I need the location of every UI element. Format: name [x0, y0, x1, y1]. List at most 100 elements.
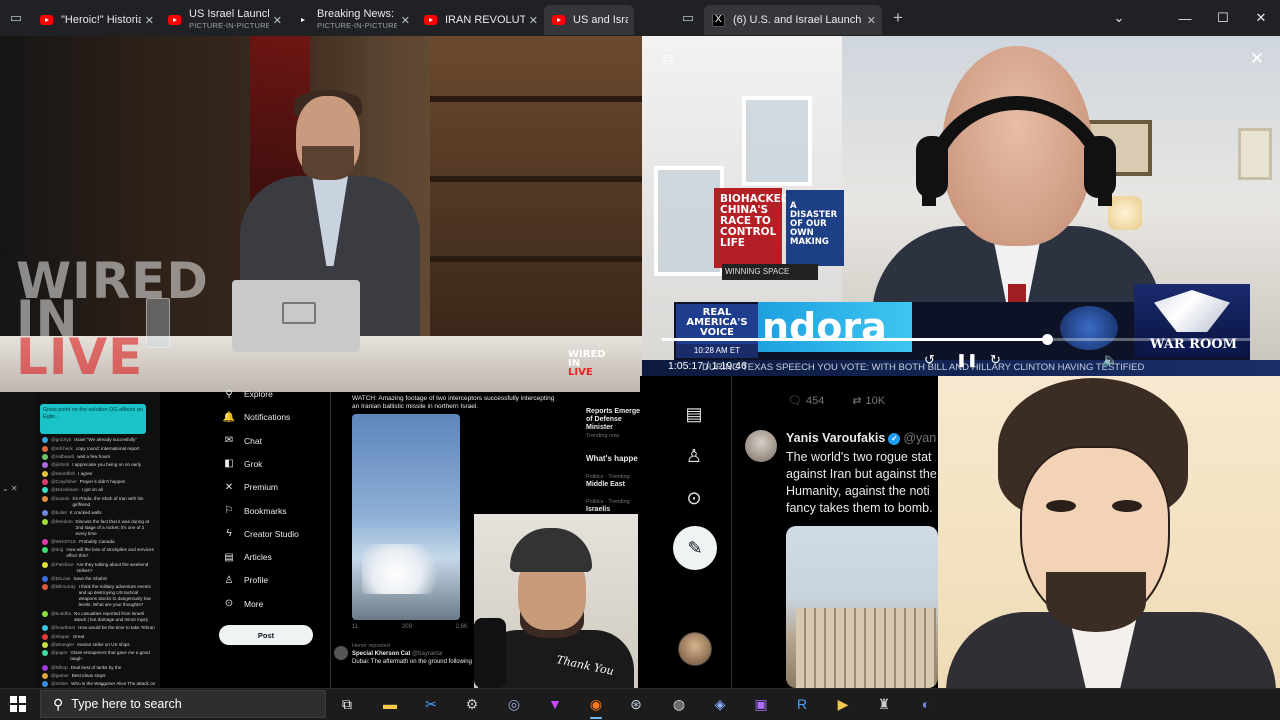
avatar[interactable] [42, 453, 48, 460]
tab-4[interactable]: US and Israel [544, 5, 634, 35]
chat-username[interactable]: @WHISTLE [51, 539, 76, 545]
avatar[interactable] [42, 681, 48, 688]
compose-post-button[interactable]: ✎ [673, 526, 717, 570]
nav-item-bookmarks[interactable]: ⚐ Bookmarks [222, 505, 287, 517]
volume-icon[interactable]: 🔈 [1102, 352, 1118, 368]
network-icon[interactable]: ◎ [502, 692, 526, 716]
reply-icon[interactable]: 🗨 [788, 394, 802, 407]
twitch-icon[interactable]: ▣ [749, 692, 773, 716]
chat-username[interactable]: @redbeard [51, 454, 74, 460]
new-tab-button[interactable]: + [882, 0, 914, 36]
chat-username[interactable]: @Paleface [51, 562, 74, 568]
nav-item-profile[interactable]: ♙ Profile [222, 574, 269, 586]
avatar[interactable] [745, 430, 777, 462]
repost-icon[interactable]: ⇄ [852, 394, 861, 407]
chat-username[interactable]: @mfcheck [51, 446, 73, 452]
chat-username[interactable]: @tuxedo [51, 496, 69, 502]
avatar[interactable] [42, 445, 48, 452]
avatar[interactable] [42, 518, 48, 525]
trend-item[interactable]: Reports Emerge of Defense Minister Trend… [586, 408, 642, 440]
maximize-button[interactable]: ☐ [1204, 0, 1242, 36]
article-icon[interactable]: ▤ [680, 400, 708, 428]
avatar[interactable] [42, 584, 48, 591]
steam-icon[interactable]: ⊛ [624, 692, 648, 716]
bots-icon[interactable]: ◈ [708, 692, 732, 716]
rewind-icon[interactable]: ↺ [924, 352, 935, 368]
chat-username[interactable]: @buddha [51, 611, 71, 617]
close-icon[interactable]: ✕ [401, 14, 410, 27]
tab-1[interactable]: US Israel Launch JePICTURE-IN-PICTURE ✕ [160, 5, 288, 35]
chat-username[interactable]: @Wrangler [51, 642, 74, 648]
avatar[interactable] [42, 576, 48, 583]
post-author[interactable]: Special Kherson Cat [352, 651, 410, 657]
chat-username[interactable]: @bullet [51, 510, 67, 516]
avatar[interactable] [42, 641, 48, 648]
avatar[interactable] [42, 510, 48, 517]
chat-username[interactable]: @dog [51, 547, 63, 553]
discord-icon[interactable]: ◐ [914, 692, 938, 716]
avatar[interactable] [42, 633, 48, 640]
chat-username[interactable]: @heartbeat [51, 625, 75, 631]
chat-username[interactable]: @hilltop [51, 665, 68, 671]
avatar[interactable] [42, 495, 48, 502]
firefox-icon[interactable]: ◉ [584, 692, 608, 719]
nav-item-articles[interactable]: ▤ Articles [222, 551, 272, 563]
chat-username[interactable]: @Crayfisher [51, 479, 77, 485]
trend-item[interactable]: Politics · Trending Middle East [586, 473, 642, 489]
forward-icon[interactable]: ↻ [990, 352, 1001, 368]
chat-username[interactable]: @DrLove [51, 576, 70, 582]
chat-username[interactable]: @grizzlyb [51, 437, 71, 443]
chat-username[interactable]: @shaper [51, 634, 70, 640]
avatar[interactable] [42, 487, 48, 494]
tab-actions-icon[interactable]: ▭ [672, 0, 704, 36]
left-video-player[interactable]: WIRED IN LIVE WIRED IN LIVE [0, 36, 642, 392]
trend-item[interactable]: Politics · Trending Israelis [586, 498, 642, 514]
close-icon[interactable]: ✕ [529, 14, 538, 27]
avatar[interactable] [42, 462, 48, 469]
more-icon[interactable]: ⊙ [680, 484, 708, 512]
avatar[interactable] [42, 470, 48, 477]
chat-username[interactable]: @billmurray [51, 584, 76, 590]
nav-item-notifications[interactable]: 🔔 Notifications [222, 411, 291, 423]
avatar[interactable] [42, 650, 48, 657]
avatar[interactable] [42, 625, 48, 632]
nav-item-creator-studio[interactable]: ϟ Creator Studio [222, 528, 298, 540]
back-to-tab-icon[interactable]: ⧉ [657, 48, 679, 70]
avatar[interactable] [678, 632, 712, 666]
chat-username[interactable]: @swordfish [51, 471, 75, 477]
player-icon[interactable]: ▶ [831, 692, 855, 716]
close-window-button[interactable]: ✕ [1242, 0, 1280, 36]
windows-start-icon[interactable] [10, 696, 26, 712]
snipping-icon[interactable]: ✂ [419, 692, 443, 716]
post-media[interactable] [352, 414, 460, 620]
rsi-icon[interactable]: R [790, 692, 814, 716]
avatar[interactable] [334, 646, 348, 660]
tab-0[interactable]: "Heroic!" Historian ✕ [32, 5, 160, 35]
settings-icon[interactable]: ⚙ [460, 692, 484, 716]
nav-item-explore[interactable]: ⚲ Explore [222, 388, 273, 400]
person-icon[interactable]: ♙ [680, 442, 708, 470]
reply-count[interactable]: 11 [352, 624, 358, 630]
tweet-author[interactable]: Yanis Varoufakis ✓ @yan [786, 431, 936, 445]
chat-username[interactable]: @gamer [51, 673, 69, 679]
minimize-button[interactable]: — [1166, 0, 1204, 36]
tab-x-post[interactable]: (6) U.S. and Israel Launch Airstr ✕ [704, 5, 882, 35]
avatar[interactable] [42, 610, 48, 617]
close-icon[interactable]: ✕ [1246, 48, 1268, 70]
chat-username[interactable]: @jimbob [51, 462, 69, 468]
tab-search-icon[interactable]: ⌄ [1100, 0, 1138, 36]
chat-username[interactable]: @freedom [51, 519, 73, 525]
chat-username[interactable]: @Moonbeam [51, 487, 79, 493]
tab-3[interactable]: IRAN REVOLUTION ✕ [416, 5, 544, 35]
avatar[interactable] [42, 664, 48, 671]
taskbar-search[interactable]: ⚲ Type here to search [40, 690, 326, 718]
nav-item-premium[interactable]: ✕ Premium [222, 481, 278, 493]
close-icon[interactable]: ✕ [145, 14, 154, 27]
pause-icon[interactable]: ❚❚ [956, 352, 978, 368]
chat-username[interactable]: @mister [51, 681, 68, 687]
task-view-icon[interactable]: ⧉ [335, 692, 359, 716]
post-button[interactable]: Post [219, 625, 313, 645]
repost-count[interactable]: 209 [402, 624, 412, 630]
avatar[interactable] [42, 538, 48, 545]
chat-username[interactable]: @paper [51, 650, 67, 656]
